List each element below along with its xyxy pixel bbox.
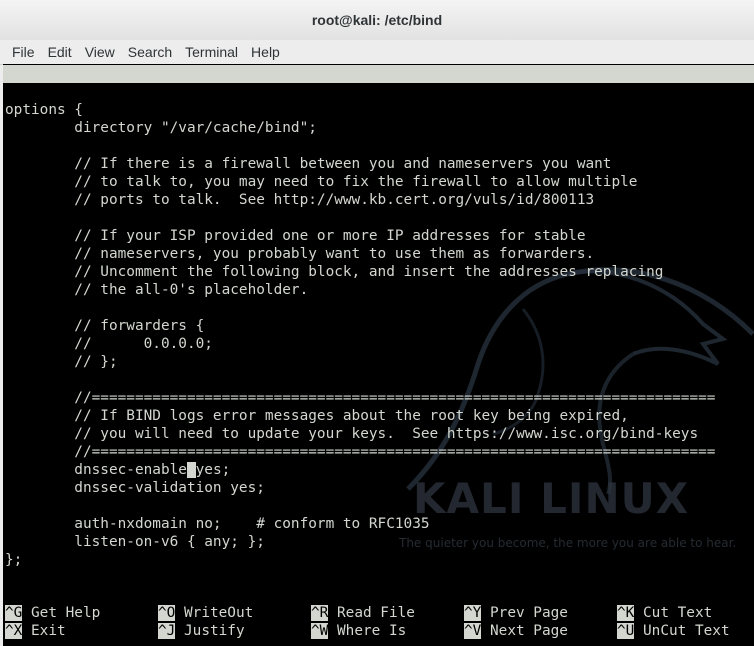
shortcut-get-help: ^G Get Help [5, 605, 100, 621]
editor-line: // ports to talk. See http://www.kb.cert… [5, 192, 595, 208]
shortcut-cut-text: ^K Cut Text [617, 605, 712, 621]
shortcut-label: Read File [328, 605, 415, 621]
editor-line: // If there is a firewall between you an… [5, 156, 612, 172]
shortcut-read-file: ^R Read File [311, 605, 415, 621]
editor-line: }; [5, 552, 23, 568]
window-titlebar[interactable]: root@kali: /etc/bind [0, 0, 754, 40]
menu-terminal[interactable]: Terminal [179, 44, 244, 60]
shortcut-key: ^W [311, 623, 329, 639]
shortcut-key: ^X [5, 623, 23, 639]
editor-line: // forwarders { [5, 318, 205, 334]
shortcut-key: ^G [5, 605, 23, 621]
editor-line: // }; [5, 354, 118, 370]
shortcut-key: ^J [158, 623, 176, 639]
shortcut-label: Get Help [22, 605, 101, 621]
shortcut-key: ^Y [464, 605, 482, 621]
shortcut-key: ^K [617, 605, 635, 621]
shortcut-key: ^V [464, 623, 482, 639]
shortcut-justify: ^J Justify [158, 623, 245, 639]
shortcut-prev-page: ^Y Prev Page [464, 605, 568, 621]
shortcut-key: ^U [617, 623, 635, 639]
editor-line: listen-on-v6 { any; }; [5, 534, 265, 550]
editor-line: // you will need to update your keys. Se… [5, 426, 699, 442]
window-title: root@kali: /etc/bind [311, 12, 443, 28]
editor-line: dnssec-validation yes; [5, 480, 265, 496]
menu-bar: File Edit View Search Terminal Help [0, 40, 754, 65]
editor-line: // nameservers, you probably want to use… [5, 246, 595, 262]
shortcut-label: WriteOut [175, 605, 254, 621]
editor-line: dnssec-enable yes; [5, 462, 231, 478]
text-cursor [186, 462, 196, 478]
editor-line: // If BIND logs error messages about the… [5, 408, 629, 424]
menu-search[interactable]: Search [122, 44, 178, 60]
editor-line: directory "/var/cache/bind"; [5, 120, 317, 136]
shortcut-label: Exit [22, 623, 66, 639]
shortcut-uncut-text: ^U UnCut Text [617, 623, 730, 639]
editor-line: // to talk to, you may need to fix the f… [5, 174, 638, 190]
terminal-area[interactable]: KALI LINUX The quieter you become, the m… [3, 64, 754, 646]
editor-line: //======================================… [5, 444, 716, 460]
shortcut-key: ^R [311, 605, 329, 621]
editor-line: auth-nxdomain no; # conform to RFC1035 [5, 516, 430, 532]
shortcut-where-is: ^W Where Is [311, 623, 406, 639]
nano-version: GNU nano 2.2.6 [20, 84, 142, 100]
editor-line: // 0.0.0.0; [5, 336, 213, 352]
shortcut-label: Next Page [481, 623, 568, 639]
editor-line: //======================================… [5, 390, 716, 406]
menu-edit[interactable]: Edit [42, 44, 78, 60]
menu-view[interactable]: View [79, 44, 121, 60]
shortcut-writeout: ^O WriteOut [158, 605, 253, 621]
shortcut-exit: ^X Exit [5, 623, 66, 639]
shortcut-label: Justify [175, 623, 245, 639]
editor-line: // the all-0's placeholder. [5, 282, 309, 298]
menu-file[interactable]: File [6, 44, 41, 60]
shortcut-label: UnCut Text [634, 623, 730, 639]
shortcut-label: Cut Text [634, 605, 713, 621]
menu-help[interactable]: Help [245, 44, 286, 60]
editor-line: // If your ISP provided one or more IP a… [5, 228, 586, 244]
shortcut-label: Prev Page [481, 605, 568, 621]
editor-line: // Uncomment the following block, and in… [5, 264, 664, 280]
shortcut-key: ^O [158, 605, 176, 621]
shortcut-next-page: ^V Next Page [464, 623, 568, 639]
shortcut-label: Where Is [328, 623, 407, 639]
nano-header: GNU nano 2.2.6 File: named.conf.options [3, 65, 754, 118]
editor-line: options { [5, 102, 83, 118]
